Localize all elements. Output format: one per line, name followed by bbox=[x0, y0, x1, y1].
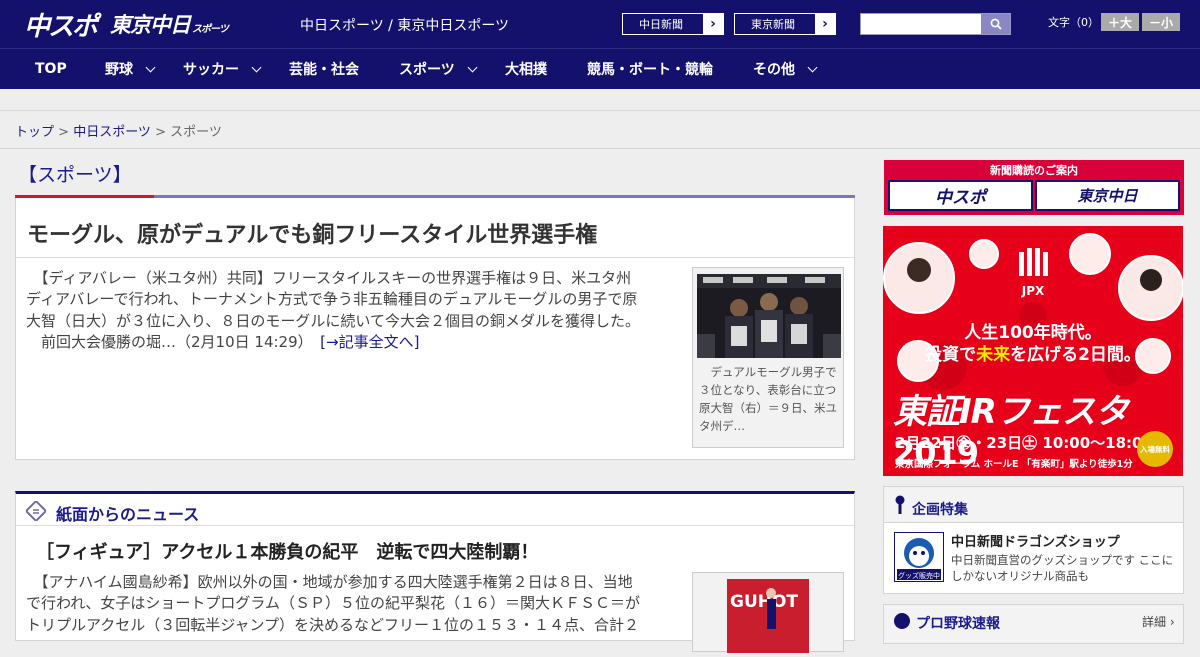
baseball-detail-link[interactable]: 詳細 › bbox=[1142, 613, 1175, 630]
chevron-down-icon bbox=[251, 62, 262, 72]
nav-sports[interactable]: スポーツ bbox=[399, 49, 478, 89]
special-features-title: 企画特集 bbox=[912, 502, 968, 518]
article-photo[interactable]: デュアルモーグル男子で３位となり、表彰台に立つ原大智（右）＝９日、米ユタ州デ… bbox=[692, 267, 844, 448]
dragons-mascot-icon: グッズ販売中 bbox=[897, 538, 941, 580]
chevron-down-icon bbox=[807, 62, 818, 72]
search-button[interactable] bbox=[981, 14, 1010, 34]
article-body: 【ディアバレー（米ユタ州）共同】フリースタイルスキーの世界選手権は９日、米ユタ州… bbox=[26, 269, 640, 351]
search-icon bbox=[990, 18, 1002, 30]
chevron-down-icon bbox=[145, 62, 156, 72]
article-headline[interactable]: モーグル、原がデュアルでも銅フリースタイル世界選手権 bbox=[27, 217, 597, 249]
photo-caption: デュアルモーグル男子で３位となり、表彰台に立つ原大智（右）＝９日、米ユタ州デ… bbox=[699, 365, 837, 433]
subscribe-tokyo-chunichi[interactable]: 東京中日 bbox=[1035, 180, 1180, 211]
news-photo[interactable]: GUHOT bbox=[692, 572, 844, 653]
spacer-band bbox=[0, 89, 1200, 111]
site-logo[interactable]: 中スポ 東京中日 スポーツ bbox=[24, 6, 229, 43]
nav-racing[interactable]: 競馬・ボート・競輪 bbox=[587, 49, 713, 89]
breadcrumb: トップ > 中日スポーツ > スポーツ bbox=[15, 125, 222, 140]
podium-photo-image bbox=[697, 274, 841, 358]
breadcrumb-current: スポーツ bbox=[170, 125, 222, 140]
main-nav: TOP 野球 サッカー 芸能・社会 スポーツ 大相撲 競馬・ボート・競輪 その他 bbox=[0, 48, 1200, 89]
subscription-title: 新聞購読のご案内 bbox=[990, 164, 1078, 177]
news-header: 紙面からのニュース bbox=[16, 494, 854, 526]
tokyo-chunichi-logo[interactable]: 東京中日 スポーツ bbox=[110, 9, 229, 39]
ad-venue: 東京国際フォーラム ホールE 「有楽町」駅より徒歩1分 bbox=[895, 459, 1133, 470]
jpx-logo-icon bbox=[1019, 248, 1048, 276]
nav-other[interactable]: その他 bbox=[753, 49, 818, 89]
section-title: 【スポーツ】 bbox=[18, 164, 132, 186]
news-headline[interactable]: ［フィギュア］アクセル１本勝負の紀平 逆転で四大陸制覇！ bbox=[36, 538, 538, 564]
newspaper-icon bbox=[26, 501, 46, 521]
shop-badge-text: グッズ販売中 bbox=[898, 571, 940, 580]
nav-baseball[interactable]: 野球 bbox=[105, 49, 156, 89]
nav-soccer[interactable]: サッカー bbox=[183, 49, 262, 89]
dragons-shop-description: 中日新聞直営のグッズショップです ここにしかないオリジナル商品も bbox=[951, 553, 1174, 583]
site-links[interactable]: 中日スポーツ / 東京中日スポーツ bbox=[300, 15, 509, 35]
pro-baseball-title: プロ野球速報 bbox=[916, 616, 1000, 632]
font-larger-button[interactable]: ＋大 bbox=[1101, 13, 1139, 31]
chevron-down-icon bbox=[467, 62, 478, 72]
jpx-label: JPX bbox=[1021, 284, 1045, 298]
tokyo-shimbun-button[interactable]: 東京新聞 › bbox=[734, 13, 836, 35]
chevron-right-icon: › bbox=[703, 14, 723, 34]
top-header: 中スポ 東京中日 スポーツ 中日スポーツ / 東京中日スポーツ 中日新聞 › 東京… bbox=[0, 0, 1200, 48]
baseball-icon bbox=[894, 613, 910, 629]
title-underline bbox=[15, 195, 855, 198]
ad-date: 2月22日㊎・23日㊏ 10:00～18:00 bbox=[895, 434, 1153, 452]
breadcrumb-top[interactable]: トップ bbox=[15, 125, 54, 140]
read-more-link[interactable]: [→記事全文へ] bbox=[320, 333, 419, 351]
free-entry-badge: 入場無料 bbox=[1137, 431, 1173, 467]
dragons-shop-thumbnail[interactable]: グッズ販売中 bbox=[894, 532, 944, 582]
special-features-header: 企画特集 bbox=[884, 487, 1183, 523]
top-article-card: モーグル、原がデュアルでも銅フリースタイル世界選手権 【ディアバレー（米ユタ州）… bbox=[15, 195, 855, 460]
ad-line2: 投資で未来を広げる2日間。 bbox=[925, 345, 1141, 365]
font-size-label: 文字（0） bbox=[1048, 16, 1099, 29]
special-features-box: 企画特集 グッズ販売中 中日新聞ドラゴンズショップ 中日新聞直営のグッズショップ… bbox=[883, 486, 1184, 594]
chevron-right-icon: › bbox=[815, 14, 835, 34]
news-body: 【アナハイム國島紗希】欧州以外の国・地域が参加する四大陸選手権第２日は８日、当地… bbox=[26, 573, 640, 634]
font-smaller-button[interactable]: －小 bbox=[1142, 13, 1180, 31]
chunichi-shimbun-button[interactable]: 中日新聞 › bbox=[622, 13, 724, 35]
nav-entertainment[interactable]: 芸能・社会 bbox=[289, 49, 359, 89]
newspaper-news-card: 紙面からのニュース ［フィギュア］アクセル１本勝負の紀平 逆転で四大陸制覇！ 【… bbox=[15, 491, 855, 653]
nav-top[interactable]: TOP bbox=[35, 49, 67, 89]
chuspo-logo[interactable]: 中スポ bbox=[24, 6, 98, 43]
subscription-banner[interactable]: 新聞購読のご案内 中スポ 東京中日 bbox=[884, 160, 1184, 215]
breadcrumb-chunichi[interactable]: 中日スポーツ bbox=[73, 125, 151, 140]
breadcrumb-bar: トップ > 中日スポーツ > スポーツ bbox=[0, 111, 1200, 149]
search-input[interactable] bbox=[861, 14, 981, 34]
pro-baseball-box: プロ野球速報 詳細 › bbox=[883, 604, 1184, 644]
search-box bbox=[860, 13, 1011, 35]
ir-festa-advertisement[interactable]: JPX 人生100年時代。 投資で未来を広げる2日間。 東証IRフェスタ2019… bbox=[883, 226, 1183, 476]
news-section-title: 紙面からのニュース bbox=[56, 505, 200, 524]
subscribe-chuspo[interactable]: 中スポ bbox=[888, 180, 1033, 211]
photo-sign-text: GUHOT bbox=[730, 592, 798, 612]
dragons-shop-title[interactable]: 中日新聞ドラゴンズショップ bbox=[951, 531, 1120, 550]
pin-icon bbox=[895, 495, 905, 514]
skater-photo-image: GUHOT bbox=[727, 579, 809, 653]
nav-sumo[interactable]: 大相撲 bbox=[505, 49, 547, 89]
